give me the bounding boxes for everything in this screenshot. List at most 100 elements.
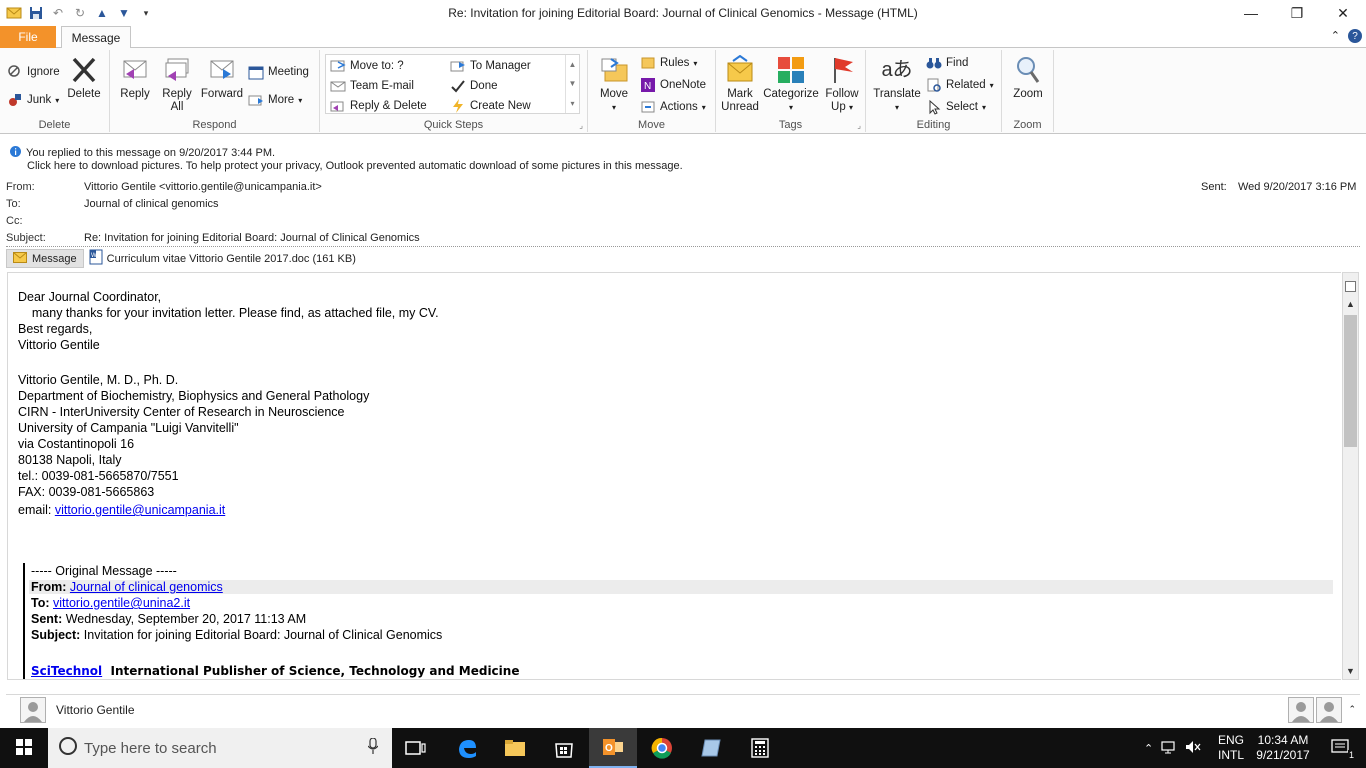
calculator-icon[interactable] (736, 728, 784, 768)
from-value[interactable]: Vittorio Gentile <vittorio.gentile@unica… (84, 181, 322, 193)
expand-gallery-icon[interactable]: ▾ (570, 99, 574, 108)
scroll-up-arrow[interactable]: ▲ (1343, 296, 1358, 311)
clock-date: 9/21/2017 (1256, 748, 1310, 762)
save-icon[interactable] (28, 5, 44, 21)
expand-people-pane-icon[interactable]: ⌃ (1348, 704, 1356, 715)
original-to-link[interactable]: vittorio.gentile@unina2.it (53, 596, 190, 610)
email-link[interactable]: vittorio.gentile@unicampania.it (55, 503, 225, 517)
undo-icon[interactable]: ↶ (50, 5, 66, 21)
original-sent-value: Wednesday, September 20, 2017 11:13 AM (65, 612, 307, 626)
tags-dialog-launcher-icon[interactable]: ⌟ (857, 121, 861, 130)
mark-unread-button[interactable]: Mark Unread (720, 54, 760, 114)
quickstep-reply-delete[interactable]: Reply & Delete (330, 98, 427, 114)
restore-button[interactable]: ❐ (1274, 0, 1320, 26)
help-icon[interactable]: ? (1348, 29, 1362, 43)
quickstep-done[interactable]: Done (450, 78, 498, 94)
ignore-button[interactable]: Ignore (7, 64, 60, 80)
minimize-button[interactable]: — (1228, 0, 1274, 26)
language-indicator[interactable]: ENG INTL (1218, 728, 1244, 768)
customize-qat-icon[interactable]: ▾ (138, 5, 154, 21)
actions-button[interactable]: Actions ▾ (640, 99, 706, 115)
collapse-ribbon-icon[interactable]: ⌃ (1331, 29, 1340, 43)
clock[interactable]: 10:34 AM 9/21/2017 (1252, 728, 1314, 768)
email-label: email: (18, 503, 52, 517)
reply-all-button[interactable]: Reply All (160, 54, 194, 114)
dialog-launcher-icon[interactable]: ⌟ (579, 121, 583, 130)
previous-item-icon[interactable]: ▲ (94, 5, 110, 21)
zoom-button[interactable]: Zoom (1008, 54, 1048, 101)
chrome-icon[interactable] (638, 728, 686, 768)
publisher-link[interactable]: SciTechnol (31, 664, 102, 678)
file-explorer-icon[interactable] (491, 728, 539, 768)
delete-button[interactable]: Delete (66, 54, 102, 101)
person-avatar-1[interactable] (1288, 696, 1315, 723)
tags-group: Mark Unread Categorize ▾ Follow Up ▾ Tag… (716, 50, 866, 132)
message-attachment-tab[interactable]: Message (6, 249, 84, 268)
store-icon[interactable] (540, 728, 588, 768)
translate-button[interactable]: aあ Translate ▾ (870, 54, 924, 114)
quickstep-reply-delete-label: Reply & Delete (350, 100, 427, 112)
task-view-icon[interactable] (392, 728, 440, 768)
forward-button[interactable]: Forward (200, 54, 244, 101)
next-item-icon[interactable]: ▼ (116, 5, 132, 21)
tab-message[interactable]: Message (61, 26, 131, 49)
header-separator (6, 246, 1360, 247)
rules-button[interactable]: Rules ▾ (640, 55, 697, 71)
action-center-button[interactable]: 1 (1320, 728, 1360, 768)
tab-file[interactable]: File (0, 26, 56, 48)
quickstep-team-email[interactable]: Team E-mail (330, 78, 414, 94)
redo-icon[interactable]: ↻ (72, 5, 88, 21)
translate-dropdown-icon: ▾ (894, 103, 899, 112)
taskbar-search-box[interactable]: Type here to search (48, 728, 392, 768)
follow-up-button[interactable]: Follow Up ▾ (822, 54, 862, 114)
original-from-link[interactable]: Journal of clinical genomics (70, 580, 223, 594)
sender-name[interactable]: Vittorio Gentile (56, 703, 135, 717)
categorize-button[interactable]: Categorize ▾ (762, 54, 820, 114)
body-scrollbar[interactable]: ▲ ▼ (1342, 272, 1359, 680)
title-bar: ↶ ↻ ▲ ▼ ▾ Re: Invitation for joining Edi… (0, 0, 1366, 26)
quickstep-team-email-label: Team E-mail (350, 80, 414, 92)
scroll-thumb[interactable] (1344, 315, 1357, 447)
meeting-button[interactable]: Meeting (248, 64, 309, 80)
outlook-taskbar-icon[interactable]: O (589, 728, 637, 768)
related-button[interactable]: Related ▾ (926, 77, 994, 93)
find-button[interactable]: Find (926, 55, 968, 71)
quickstep-to-manager[interactable]: To Manager (450, 58, 531, 74)
quick-steps-scroller[interactable]: ▲ ▼ ▾ (565, 55, 579, 113)
scroll-down-icon[interactable]: ▼ (569, 79, 577, 88)
to-value[interactable]: Journal of clinical genomics (84, 198, 219, 210)
message-body[interactable]: Dear Journal Coordinator, many thanks fo… (7, 272, 1341, 680)
select-button[interactable]: Select ▾ (926, 99, 986, 115)
quoted-original-message: ----- Original Message ----- From: Journ… (23, 563, 1333, 679)
more-button[interactable]: More ▾ (248, 92, 302, 108)
move-button[interactable]: Move ▾ (596, 54, 632, 114)
original-to-label: To: (31, 596, 50, 610)
download-pictures-notice[interactable]: Click here to download pictures. To help… (27, 160, 683, 172)
sender-avatar[interactable] (20, 696, 46, 723)
onenote-button[interactable]: N OneNote (640, 77, 706, 93)
notes-app-icon[interactable] (687, 728, 735, 768)
more-label: More (268, 94, 295, 106)
quickstep-create-new[interactable]: Create New (450, 98, 531, 114)
close-button[interactable]: ✕ (1320, 0, 1366, 26)
move-group-label: Move (638, 119, 665, 131)
scroll-down-arrow[interactable]: ▼ (1343, 663, 1358, 678)
start-button[interactable] (0, 728, 48, 768)
volume-muted-icon[interactable] (1185, 740, 1201, 757)
smart-tag-icon[interactable] (1343, 279, 1358, 294)
scroll-up-icon[interactable]: ▲ (569, 60, 577, 69)
quickstep-move-to[interactable]: Move to: ? (330, 58, 404, 74)
notification-icon: 1 (1331, 738, 1355, 760)
network-icon[interactable] (1161, 740, 1177, 757)
junk-button[interactable]: Junk ▾ (7, 92, 59, 108)
original-from-label: From: (31, 580, 67, 594)
attachment-file[interactable]: W Curriculum vitae Vittorio Gentile 2017… (89, 249, 356, 268)
edge-icon[interactable] (443, 728, 491, 768)
show-hidden-icons-icon[interactable]: ⌃ (1144, 742, 1153, 755)
microphone-icon[interactable] (367, 737, 379, 758)
envelope-icon (13, 251, 27, 266)
reply-button[interactable]: Reply (118, 54, 152, 101)
svg-text:W: W (91, 253, 97, 259)
person-avatar-2[interactable] (1316, 696, 1343, 723)
onenote-icon: N (640, 77, 656, 93)
